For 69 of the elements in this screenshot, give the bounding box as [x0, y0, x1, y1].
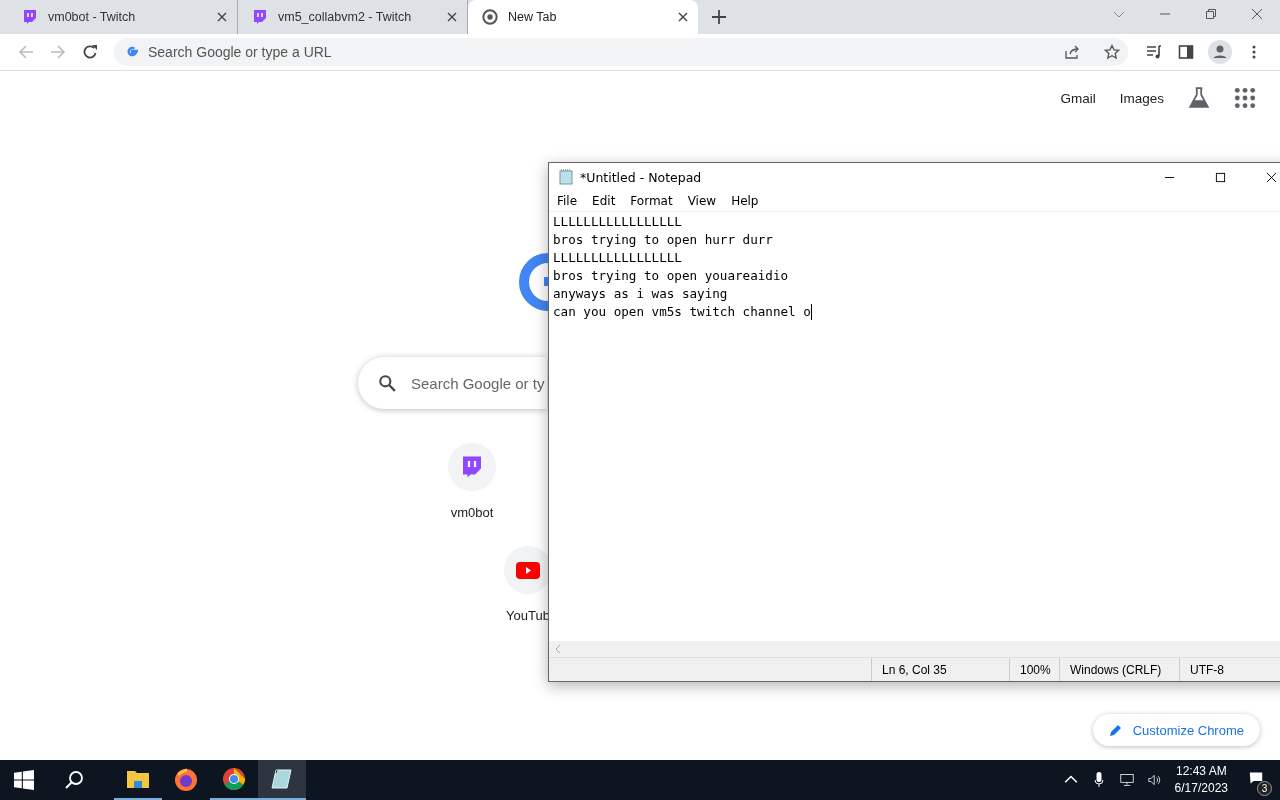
tab-title: vm0bot - Twitch — [48, 10, 137, 24]
browser-tab[interactable]: New Tab — [468, 0, 698, 34]
firefox-icon — [174, 768, 198, 792]
maximize-icon[interactable] — [1215, 171, 1226, 183]
shortcut-label[interactable]: vm0bot — [450, 505, 494, 520]
search-field[interactable]: Search Google or ty — [358, 357, 547, 409]
microphone-icon[interactable] — [1091, 772, 1106, 788]
flask-icon[interactable] — [1188, 87, 1210, 109]
address-bar[interactable]: Search Google or type a URL — [114, 38, 1128, 66]
side-panel-icon[interactable] — [1178, 44, 1194, 60]
notepad-icon — [558, 169, 574, 185]
close-icon[interactable] — [1266, 171, 1277, 183]
text-line: anyways as i was saying — [553, 285, 728, 303]
address-placeholder: Search Google or type a URL — [148, 44, 332, 60]
chrome-icon — [482, 9, 498, 25]
menu-item[interactable]: Help — [731, 194, 759, 208]
new-tab-icon[interactable] — [712, 10, 726, 24]
shortcut-tile[interactable] — [448, 443, 496, 491]
reload-icon[interactable] — [82, 44, 98, 60]
profile-icon[interactable] — [1208, 40, 1232, 64]
tab-title: vm5_collabvm2 - Twitch — [278, 10, 413, 24]
search-icon — [378, 374, 396, 392]
twitch-icon — [252, 9, 268, 25]
tab-title: New Tab — [508, 10, 558, 24]
volume-icon[interactable] — [1147, 772, 1162, 788]
window-title: *Untitled - Notepad — [580, 169, 702, 185]
text-line: can you open vm5s twitch channel o — [553, 303, 811, 321]
text-line: bros trying to open youareaidio — [553, 267, 789, 285]
menu-item[interactable]: Edit — [592, 194, 616, 208]
text-line: LLLLLLLLLLLLLLLLL — [553, 213, 682, 231]
notification-count: 3 — [1257, 781, 1272, 796]
restore-icon[interactable] — [1205, 8, 1217, 20]
star-icon[interactable] — [1104, 44, 1120, 60]
close-icon[interactable] — [447, 12, 457, 22]
search-icon[interactable] — [64, 770, 84, 790]
menu-item[interactable]: File — [557, 194, 578, 208]
share-icon[interactable] — [1064, 44, 1080, 60]
twitch-icon — [460, 455, 484, 479]
taskbar-app[interactable] — [258, 760, 306, 800]
network-icon[interactable] — [1119, 772, 1134, 788]
menu-item[interactable]: View — [687, 194, 717, 208]
status-field: Ln 6, Col 35 — [871, 658, 1009, 681]
start-icon[interactable] — [14, 770, 34, 790]
close-icon[interactable] — [678, 12, 688, 22]
status-field: 100% — [1009, 658, 1059, 681]
status-field: Windows (CRLF) — [1059, 658, 1179, 681]
header-link[interactable]: Images — [1119, 90, 1164, 106]
apps-grid-icon[interactable] — [1234, 87, 1256, 109]
status-field: UTF-8 — [1179, 658, 1279, 681]
customize-chrome-button[interactable]: Customize Chrome — [1092, 714, 1260, 746]
close-icon[interactable] — [217, 12, 227, 22]
media-icon[interactable] — [1146, 44, 1162, 60]
notepad-icon — [270, 767, 294, 791]
clock-date[interactable]: 6/17/2023 — [1174, 780, 1228, 797]
header-link[interactable]: Gmail — [1060, 90, 1096, 106]
pencil-icon — [1108, 723, 1123, 737]
twitch-icon — [22, 9, 38, 25]
text-line: bros trying to open hurr durr — [553, 231, 773, 249]
text-area[interactable]: LLLLLLLLLLLLLLLLL bros trying to open hurr durr LLLLLLLLLLLLLLLLL bros trying to open youareaidio anyways as i was saying can you open vm5s twitch channel o — [549, 212, 1280, 641]
clock-time[interactable]: 12:43 AM — [1175, 763, 1227, 780]
notifications-icon[interactable] — [1249, 770, 1263, 786]
search-placeholder: Search Google or ty — [411, 374, 545, 392]
chrome-icon — [222, 767, 246, 791]
text-cursor — [810, 304, 812, 320]
shortcut-label[interactable]: YouTub — [506, 608, 550, 623]
scrollbar[interactable] — [549, 641, 1280, 657]
menu-item[interactable]: Format — [630, 194, 673, 208]
play-icon — [516, 561, 540, 579]
text-line: LLLLLLLLLLLLLLLLL — [553, 249, 682, 267]
